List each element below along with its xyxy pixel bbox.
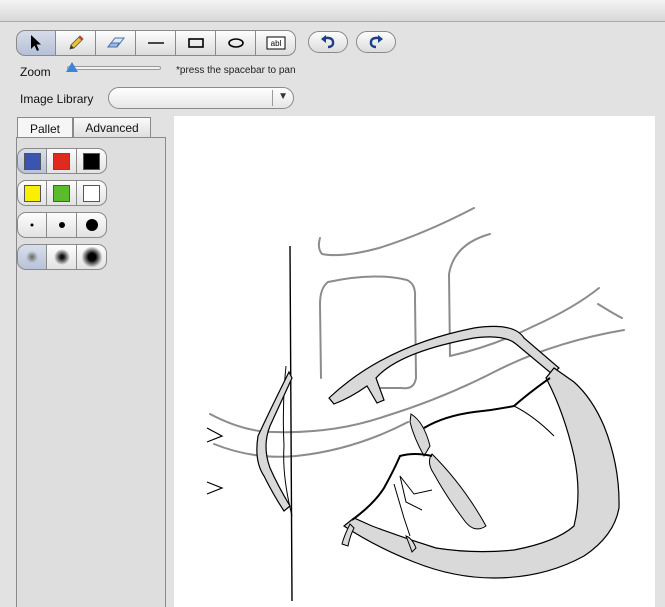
zoom-slider-track[interactable] [67,66,161,70]
pan-hint: *press the spacebar to pan [176,65,296,76]
undo-icon [321,35,335,49]
flow-arrow [206,481,224,495]
tab-advanced[interactable]: Advanced [73,117,151,138]
vessel-outline [597,303,623,319]
rectangle-tool-button[interactable] [176,30,216,56]
rectangle-icon [187,38,204,48]
brush-size-row [17,212,107,238]
redo-button[interactable] [356,31,396,53]
text-field-icon: abl [266,36,285,50]
color-swatch-red[interactable] [47,148,77,174]
color-swatch-green[interactable] [47,180,77,206]
text-tool-glyph: abl [270,39,281,48]
vessel-outline [318,281,329,379]
select-divider [272,90,273,106]
color-row-2 [17,180,107,206]
soft-brush-medium-button[interactable] [47,244,77,270]
pencil-tool-button[interactable] [56,30,96,56]
line-tool-button[interactable] [136,30,176,56]
black-chip [83,152,100,170]
text-tool-button[interactable]: abl [256,30,296,56]
eraser-icon [106,37,125,48]
brush-small-icon [30,223,34,227]
color-swatch-white[interactable] [77,180,107,206]
brush-small-button[interactable] [17,212,47,238]
soft-brush-small-icon [26,251,38,263]
zoom-label: Zoom [20,65,51,79]
window-titlebar [0,0,665,22]
yellow-chip [23,184,41,202]
chordae-line [393,483,411,537]
brush-medium-button[interactable] [47,212,77,238]
zoom-slider-thumb[interactable] [66,62,78,72]
soft-brush-row [17,244,107,270]
undo-button[interactable] [308,31,348,53]
chordae-line [513,405,555,437]
brush-medium-icon [58,222,65,228]
vessel-outline [317,207,475,257]
drawing-canvas[interactable] [174,116,655,607]
septum [409,413,431,457]
soft-brush-large-icon [81,246,102,268]
redo-icon [369,35,383,49]
color-row-1 [17,148,107,174]
white-chip [83,184,100,202]
soft-brush-large-button[interactable] [77,244,107,270]
flow-arrow [206,427,224,443]
line-icon [147,42,164,44]
septum [428,453,487,530]
tab-pallet[interactable]: Pallet [17,117,73,139]
color-swatch-black[interactable] [77,148,107,174]
select-tool-button[interactable] [16,30,56,56]
red-chip [53,152,70,170]
valve-line [351,453,433,521]
tab-advanced-label: Advanced [85,121,139,135]
chordae-line [399,475,433,495]
image-library-select[interactable]: ▼ [108,87,294,109]
valve-flap [341,523,355,547]
tab-pallet-label: Pallet [29,121,61,136]
soft-brush-medium-icon [53,249,70,265]
eraser-tool-button[interactable] [96,30,136,56]
image-library-label: Image Library [20,92,94,106]
arrow-icon [31,35,41,51]
drawing-toolbar: abl [16,30,296,56]
soft-brush-small-button[interactable] [17,244,47,270]
brush-large-button[interactable] [77,212,107,238]
color-swatch-blue[interactable] [17,148,47,174]
pallet-panel [16,137,166,607]
ellipse-tool-button[interactable] [216,30,256,56]
lung-outline [289,245,293,602]
chevron-down-icon: ▼ [278,91,288,102]
green-chip [53,184,70,202]
ellipse-icon [227,38,244,48]
heart-wall [342,367,620,579]
blue-chip [23,152,41,170]
pencil-icon [68,35,84,50]
valve-line [423,377,551,429]
color-swatch-yellow[interactable] [17,180,47,206]
brush-large-icon [85,219,98,231]
aortic-arch [328,325,560,405]
heart-anatomy-drawing [206,207,625,602]
